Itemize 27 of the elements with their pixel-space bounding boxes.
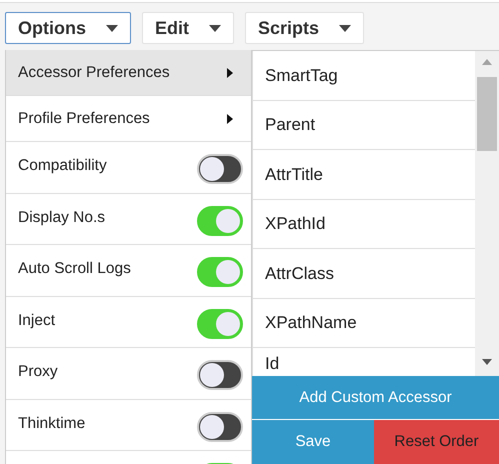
caret-icon [339, 24, 352, 32]
toggle-switch[interactable] [197, 206, 243, 236]
scroll-down-icon[interactable] [482, 359, 492, 365]
menu-button[interactable]: Options [5, 12, 131, 44]
menu-item[interactable]: Accessor Preferences [6, 50, 251, 96]
reset-order-button[interactable]: Reset Order [374, 420, 499, 464]
menu-item-label: Thinktime [18, 414, 86, 434]
menu-button[interactable]: Edit [142, 12, 234, 44]
menu-item-label: Inject [18, 310, 56, 330]
submenu-arrow-icon [227, 68, 233, 78]
caret-icon [106, 24, 118, 32]
menu-item-label: Proxy [18, 362, 58, 382]
submenu-arrow-icon [227, 114, 233, 124]
toggle-switch[interactable] [197, 154, 243, 184]
scrollbar[interactable] [475, 51, 499, 377]
scrollbar-thumb[interactable] [477, 77, 497, 151]
caret-icon [209, 24, 221, 32]
toggle-switch[interactable] [197, 257, 243, 287]
toggle-switch[interactable] [197, 360, 243, 390]
menu-item-label: Compatibility [18, 156, 107, 176]
toggle-switch[interactable] [197, 308, 243, 338]
menu-item-label: Auto Scroll Logs [18, 259, 131, 279]
toggle-switch[interactable] [197, 412, 243, 442]
menu-item-label: Display No.s [18, 208, 105, 228]
menu-item[interactable]: Profile Preferences [6, 96, 251, 142]
scroll-up-icon[interactable] [482, 59, 492, 65]
menu-button[interactable]: Scripts [245, 12, 364, 44]
